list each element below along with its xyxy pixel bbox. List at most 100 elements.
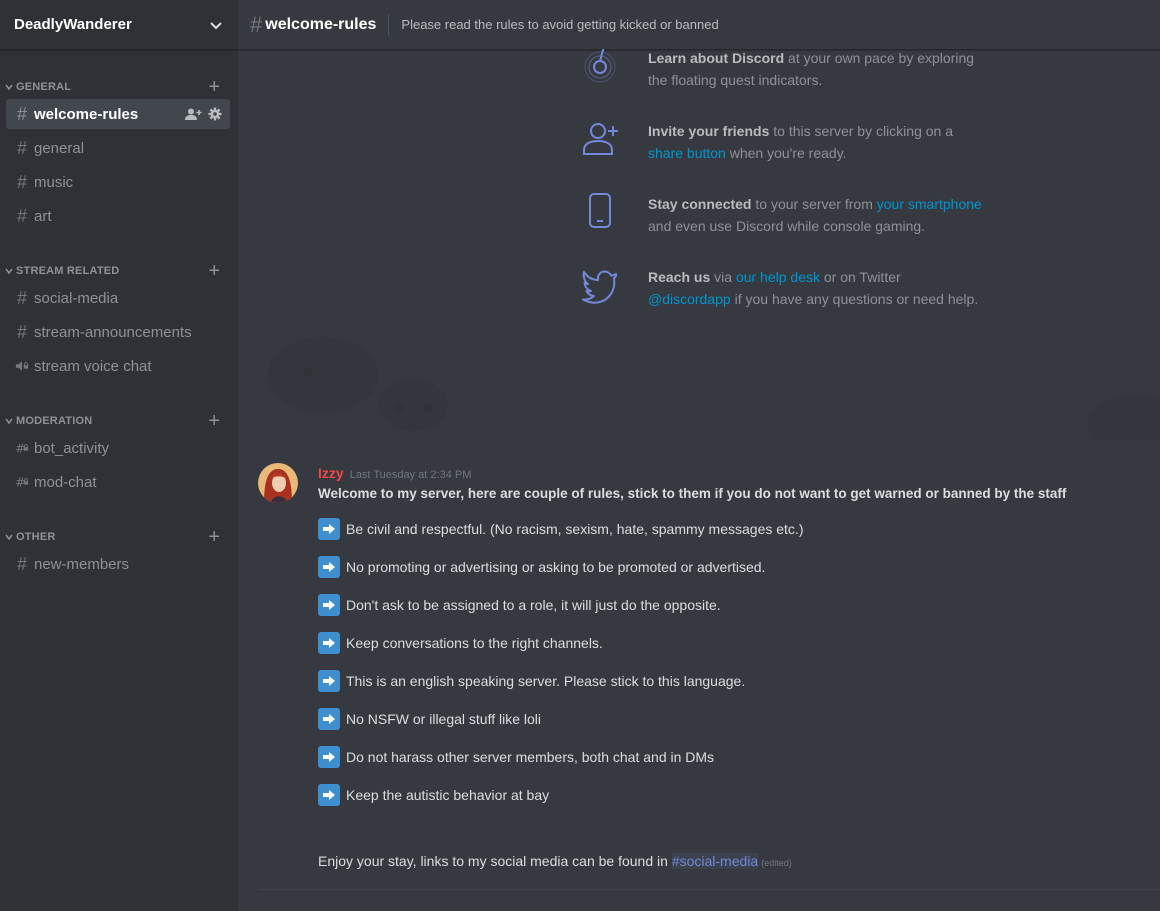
- avatar[interactable]: [258, 463, 298, 503]
- twitter-handle-link[interactable]: @discordapp: [648, 291, 731, 307]
- smartphone-link[interactable]: your smartphone: [877, 196, 982, 212]
- hash-icon: #: [16, 172, 27, 192]
- welcome-text: Stay connected to your server from your …: [648, 193, 998, 237]
- sidebar-item-mod-chat[interactable]: # mod-chat: [6, 467, 230, 497]
- right-arrow-icon: [318, 556, 340, 578]
- right-arrow-icon: [318, 746, 340, 768]
- sidebar-item-stream-announcements[interactable]: # stream-announcements: [6, 317, 230, 347]
- channel-name: music: [34, 173, 74, 191]
- sidebar-item-social-media[interactable]: # social-media: [6, 283, 230, 313]
- rule-item: Keep the autistic behavior at bay: [318, 783, 549, 807]
- hash-icon: #: [16, 206, 27, 226]
- rule-item: No promoting or advertising or asking to…: [318, 555, 765, 579]
- right-arrow-icon: [318, 784, 340, 806]
- channel-mention-social-media[interactable]: #social-media: [671, 853, 759, 869]
- hash-icon: #: [16, 288, 27, 308]
- sidebar-item-welcome-rules[interactable]: # welcome-rules: [6, 99, 230, 129]
- sidebar-item-bot-activity[interactable]: # bot_activity: [6, 433, 230, 463]
- hash-icon: #: [16, 138, 27, 158]
- add-channel-icon[interactable]: +: [208, 77, 220, 97]
- channel-sidebar: DeadlyWanderer GENERAL + # welcome-rules: [0, 0, 238, 911]
- help-desk-link[interactable]: our help desk: [736, 269, 820, 285]
- caret-down-icon: [5, 84, 13, 91]
- hash-icon: #: [16, 104, 27, 124]
- add-channel-icon[interactable]: +: [208, 261, 220, 281]
- sidebar-item-general[interactable]: # general: [6, 133, 230, 163]
- rule-item: Do not harass other server members, both…: [318, 745, 714, 769]
- channel-name: social-media: [34, 289, 119, 307]
- smartphone-icon: [589, 193, 611, 228]
- chevron-down-icon[interactable]: [208, 17, 224, 33]
- background-decoration: [268, 337, 1160, 440]
- channel-title: welcome-rules: [265, 15, 377, 33]
- add-channel-icon[interactable]: +: [208, 527, 220, 547]
- twitter-icon: [582, 270, 618, 304]
- category-stream-related[interactable]: STREAM RELATED +: [0, 261, 238, 281]
- category-label: OTHER: [16, 531, 56, 543]
- welcome-text-part: at your own pace by exploring: [784, 50, 975, 66]
- welcome-text-part: to this server by clicking on a: [769, 123, 953, 139]
- caret-down-icon: [5, 268, 13, 275]
- channel-topic[interactable]: Please read the rules to avoid getting k…: [401, 17, 718, 32]
- server-name: DeadlyWanderer: [14, 16, 132, 33]
- category-other[interactable]: OTHER +: [0, 527, 238, 547]
- welcome-text-part: via: [710, 269, 736, 285]
- rule-item: No NSFW or illegal stuff like loli: [318, 707, 541, 731]
- welcome-text-part: when you're ready.: [725, 145, 847, 161]
- compass-icon: [584, 49, 616, 83]
- message-timestamp: Last Tuesday at 2:34 PM: [349, 469, 472, 481]
- share-button-link[interactable]: share button: [648, 145, 726, 161]
- header-divider: [388, 13, 390, 36]
- category-label: MODERATION: [16, 415, 93, 427]
- svg-text:#: #: [15, 475, 25, 489]
- right-arrow-icon: [318, 670, 340, 692]
- right-arrow-icon: [318, 708, 340, 730]
- gear-icon[interactable]: [208, 107, 222, 121]
- locked-hash-icon: #: [15, 440, 29, 456]
- welcome-bold: Stay connected: [648, 196, 752, 212]
- rule-text: No NSFW or illegal stuff like loli: [346, 711, 542, 727]
- caret-down-icon: [5, 534, 13, 541]
- category-moderation[interactable]: MODERATION +: [0, 411, 238, 431]
- channel-name: art: [34, 207, 52, 225]
- rule-text: Be civil and respectful. (No racism, sex…: [346, 521, 804, 537]
- welcome-text: Reach us via our help desk or on Twitter…: [648, 266, 998, 310]
- welcome-text-part: the floating quest indicators.: [648, 72, 823, 88]
- right-arrow-icon: [318, 632, 340, 654]
- welcome-text-part: or on Twitter: [820, 269, 901, 285]
- category-general[interactable]: GENERAL +: [0, 77, 238, 97]
- channel-header: # welcome-rules Please read the rules to…: [238, 0, 1160, 50]
- sidebar-item-music[interactable]: # music: [6, 167, 230, 197]
- channel-name: stream-announcements: [34, 323, 192, 341]
- welcome-bold: Invite your friends: [648, 123, 770, 139]
- channel-name: welcome-rules: [34, 105, 139, 123]
- hash-icon: #: [250, 11, 263, 37]
- message-header: Izzy Last Tuesday at 2:34 PM: [318, 465, 471, 481]
- message-author[interactable]: Izzy: [318, 465, 344, 481]
- rule-text: Keep the autistic behavior at bay: [346, 787, 550, 803]
- rule-text: No promoting or advertising or asking to…: [346, 559, 766, 575]
- add-channel-icon[interactable]: +: [208, 411, 220, 431]
- outro-text: Enjoy your stay, links to my social medi…: [318, 853, 672, 869]
- channel-name: mod-chat: [34, 473, 97, 491]
- channel-name: new-members: [34, 555, 130, 573]
- welcome-bold: Reach us: [648, 269, 711, 285]
- caret-down-icon: [5, 418, 13, 425]
- welcome-text: Invite your friends to this server by cl…: [648, 120, 998, 164]
- edited-label: (edited): [761, 858, 792, 868]
- welcome-bold: Learn about Discord: [648, 50, 785, 66]
- add-user-icon: [583, 123, 618, 155]
- sidebar-item-stream-voice-chat[interactable]: stream voice chat: [6, 351, 230, 381]
- sidebar-item-new-members[interactable]: # new-members: [6, 549, 230, 579]
- welcome-text-part: if you have any questions or need help.: [730, 291, 979, 307]
- rule-item: Be civil and respectful. (No racism, sex…: [318, 517, 803, 541]
- category-label: GENERAL: [16, 81, 72, 93]
- server-header[interactable]: DeadlyWanderer: [0, 0, 238, 50]
- rule-text: Don't ask to be assigned to a role, it w…: [346, 597, 721, 613]
- rule-text: Do not harass other server members, both…: [346, 749, 715, 765]
- invite-icon[interactable]: [184, 107, 202, 121]
- locked-hash-icon: #: [15, 474, 29, 490]
- sidebar-item-art[interactable]: # art: [6, 201, 230, 231]
- rule-item: Don't ask to be assigned to a role, it w…: [318, 593, 721, 617]
- rule-text: This is an english speaking server. Plea…: [346, 673, 746, 689]
